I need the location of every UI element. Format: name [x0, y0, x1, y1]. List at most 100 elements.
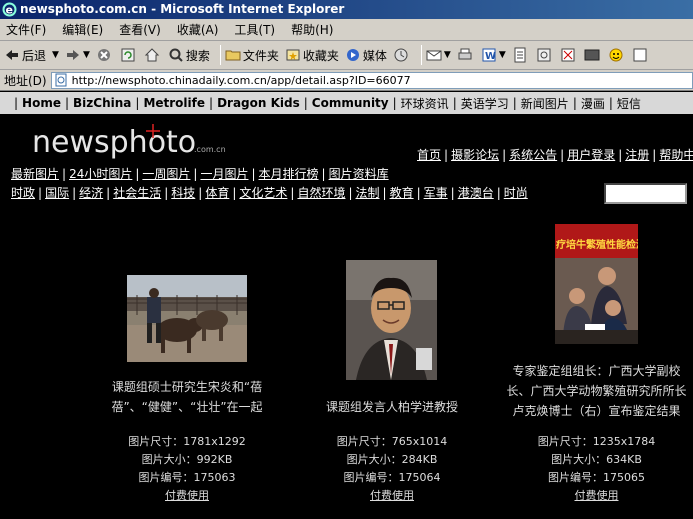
photo-meta: 图片尺寸：1781x1292 图片大小：992KB 图片编号：175063 付费… [93, 433, 281, 505]
paid-use-link[interactable]: 付费使用 [575, 489, 619, 502]
link-register[interactable]: 注册 [625, 148, 649, 162]
subnav-archive[interactable]: 图片资料库 [329, 167, 389, 181]
nav-dragon-kids[interactable]: Dragon Kids [217, 96, 300, 110]
cat-military[interactable]: 军事 [424, 186, 448, 200]
paid-use-link[interactable]: 付费使用 [165, 489, 209, 502]
window-title-bar: e newsphoto.com.cn - Microsoft Internet … [0, 0, 693, 19]
search-input[interactable] [604, 183, 687, 204]
forward-button[interactable]: ▼ [65, 47, 90, 63]
history-button[interactable] [393, 47, 411, 63]
favorites-label: 收藏夹 [302, 48, 339, 63]
mail-envelope-button[interactable] [584, 47, 602, 63]
home-button[interactable] [144, 47, 162, 63]
mail-button[interactable]: ▼ [426, 47, 451, 63]
newsphoto-logo[interactable]: newsphoto .com.cn [32, 122, 232, 162]
link-forum[interactable]: 摄影论坛 [451, 148, 499, 162]
cat-fashion[interactable]: 时尚 [504, 186, 528, 200]
nav-english-learning[interactable]: 英语学习 [461, 95, 509, 112]
window-icon [633, 48, 647, 62]
photo-thumbnail-cattle[interactable] [127, 275, 247, 362]
subnav-ranking[interactable]: 本月排行榜 [259, 167, 319, 181]
nav-separator: | [392, 96, 397, 110]
nav-global-news[interactable]: 环球资讯 [401, 95, 449, 112]
favorites-button[interactable]: 收藏夹 [285, 47, 339, 64]
folders-label: 文件夹 [242, 48, 279, 63]
photo-filesize: 图片大小：634KB [551, 453, 642, 466]
stop-button[interactable] [96, 47, 114, 63]
printer-icon [458, 48, 472, 60]
menu-edit[interactable]: 编辑(E) [62, 21, 103, 38]
photo-id: 图片编号：175064 [343, 471, 441, 484]
nav-home[interactable]: Home [22, 96, 61, 110]
nav-community[interactable]: Community [312, 96, 389, 110]
menu-help[interactable]: 帮助(H) [291, 21, 333, 38]
site-links: 首页|摄影论坛|系统公告|用户登录|注册|帮助中心 [417, 146, 693, 163]
refresh-button[interactable] [120, 47, 138, 63]
nav-metrolife[interactable]: Metrolife [143, 96, 205, 110]
logo-suffix-text: .com.cn [194, 145, 226, 154]
link-login[interactable]: 用户登录 [567, 148, 615, 162]
nav-separator: | [608, 96, 613, 110]
menu-tools[interactable]: 工具(T) [234, 21, 275, 38]
cat-sports[interactable]: 体育 [205, 186, 229, 200]
nav-separator: | [135, 96, 140, 110]
nav-sms[interactable]: 短信 [617, 95, 641, 112]
link-help[interactable]: 帮助中心 [659, 148, 693, 162]
logo-main-text: newsphoto [32, 125, 196, 160]
link-announcements[interactable]: 系统公告 [509, 148, 557, 162]
cat-culture[interactable]: 文化艺术 [239, 186, 287, 200]
document-icon [514, 47, 526, 63]
cat-law[interactable]: 法制 [356, 186, 380, 200]
edit-button[interactable]: W ▼ [481, 47, 506, 63]
cat-nature[interactable]: 自然环境 [297, 186, 345, 200]
photo-thumbnail-speaker[interactable] [346, 260, 437, 380]
photo-dimensions: 图片尺寸：765x1014 [336, 435, 448, 448]
back-button[interactable]: 后退 ▼ [4, 47, 59, 64]
print-button[interactable] [457, 47, 475, 63]
nav-news-photos[interactable]: 新闻图片 [521, 95, 569, 112]
cat-international[interactable]: 国际 [45, 186, 69, 200]
discuss-button[interactable] [512, 47, 530, 63]
cat-hk-macau-tw[interactable]: 港澳台 [458, 186, 494, 200]
photo-thumbnail-panel[interactable]: 疗培牛繁殖性能检测 [555, 224, 638, 344]
toolbar: 后退 ▼ ▼ 搜索 文件夹 收藏夹 媒体 ▼ W ▼ [0, 41, 693, 70]
nav-bizchina[interactable]: BizChina [73, 96, 131, 110]
link-home[interactable]: 首页 [417, 148, 441, 162]
search-label: 搜索 [185, 48, 210, 63]
subnav-month[interactable]: 一月图片 [200, 167, 248, 181]
menu-bar: 文件(F) 编辑(E) 查看(V) 收藏(A) 工具(T) 帮助(H) [0, 19, 693, 41]
cat-tech[interactable]: 科技 [171, 186, 195, 200]
window-title: newsphoto.com.cn - Microsoft Internet Ex… [20, 2, 345, 16]
caption-line: 卢克焕博士（右）宣布鉴定结果 [512, 404, 681, 418]
messenger-button[interactable] [560, 47, 578, 63]
subnav-24h[interactable]: 24小时图片 [69, 167, 132, 181]
favorites-icon [286, 49, 300, 61]
cat-politics[interactable]: 时政 [11, 186, 35, 200]
nav-comics[interactable]: 漫画 [581, 95, 605, 112]
subnav-categories: 时政 | 国际 | 经济 | 社会生活 | 科技 | 体育 | 文化艺术 | 自然环境 | 法制 | 教育 | 军事 | 港… [11, 186, 528, 200]
smiley-button[interactable] [608, 47, 626, 63]
cat-society[interactable]: 社会生活 [113, 186, 161, 200]
subnav-latest[interactable]: 最新图片 [11, 167, 59, 181]
research-icon [537, 48, 551, 62]
extra-button[interactable] [632, 47, 650, 63]
media-button[interactable]: 媒体 [345, 47, 387, 64]
cat-economy[interactable]: 经济 [79, 186, 103, 200]
cat-education[interactable]: 教育 [390, 186, 414, 200]
folders-button[interactable]: 文件夹 [225, 47, 279, 64]
address-bar: 地址(D) http://newsphoto.chinadaily.com.cn… [0, 70, 693, 91]
photo-meta: 图片尺寸：1235x1784 图片大小：634KB 图片编号：175065 付费… [500, 433, 693, 505]
photo-meta: 图片尺寸：765x1014 图片大小：284KB 图片编号：175064 付费使… [312, 433, 472, 505]
address-input[interactable]: http://newsphoto.chinadaily.com.cn/app/d… [50, 71, 693, 89]
menu-file[interactable]: 文件(F) [6, 21, 46, 38]
menu-favorites[interactable]: 收藏(A) [177, 21, 219, 38]
svg-text:e: e [6, 4, 13, 17]
caption-line: 长、广西大学动物繁殖研究所所长 [506, 384, 687, 398]
research-button[interactable] [536, 47, 554, 63]
back-arrow-icon [6, 50, 18, 60]
search-button[interactable]: 搜索 [168, 47, 210, 64]
photo-id: 图片编号：175063 [138, 471, 236, 484]
menu-view[interactable]: 查看(V) [119, 21, 161, 38]
subnav-week[interactable]: 一周图片 [142, 167, 190, 181]
paid-use-link[interactable]: 付费使用 [370, 489, 414, 502]
